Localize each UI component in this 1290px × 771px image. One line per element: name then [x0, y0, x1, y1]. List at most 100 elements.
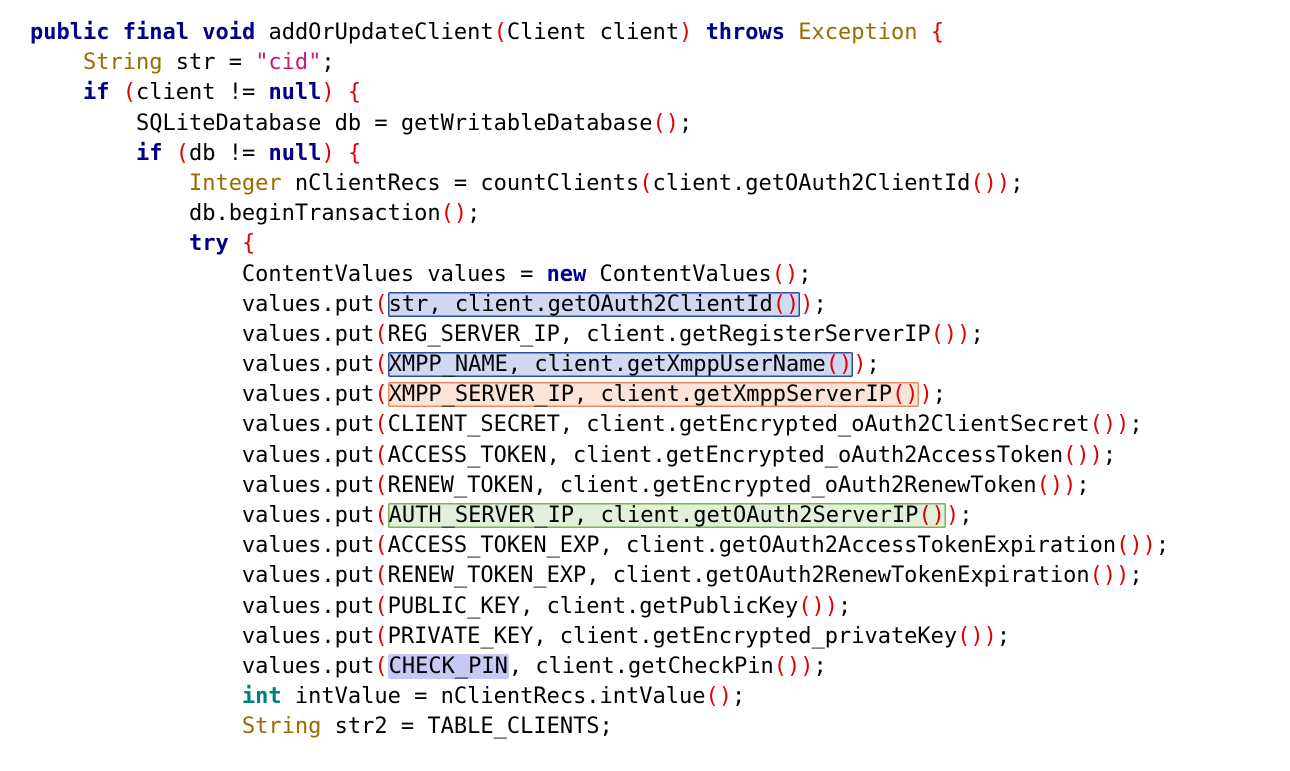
- code-line: values.put(XMPP_SERVER_IP, client.getXmp…: [30, 380, 1169, 410]
- code-line: String str = "cid";: [30, 48, 1169, 78]
- code-text: values.put: [241, 503, 375, 528]
- code-text: XMPP_SERVER_IP, client.getXmppServerIP: [388, 382, 892, 408]
- code-punctuation: ()): [1089, 563, 1130, 589]
- code-punctuation: (): [772, 291, 800, 317]
- code-text: ;: [467, 201, 481, 227]
- code-type-token: Integer: [188, 170, 282, 196]
- code-text: values.put: [241, 321, 375, 347]
- code-punctuation: ()): [970, 170, 1011, 196]
- code-text: values.put: [241, 623, 375, 649]
- code-text: ContentValues values =: [241, 261, 547, 287]
- code-text: db !=: [188, 140, 269, 166]
- code-line: values.put(CHECK_PIN, client.getCheckPin…: [30, 652, 1169, 682]
- code-line: String str2 = TABLE_CLIENTS;: [30, 712, 1169, 742]
- code-line: if (db != null) {: [30, 139, 1169, 169]
- code-type-token: Exception: [798, 20, 918, 45]
- code-text: REG_SERVER_IP, client.getRegisterServerI…: [387, 321, 931, 347]
- code-text: ContentValues: [586, 261, 772, 287]
- code-text: str2 = TABLE_CLIENTS;: [321, 714, 613, 740]
- code-text: ;: [679, 110, 693, 136]
- code-text: SQLiteDatabase db = getWritableDatabase: [135, 110, 653, 136]
- code-text: ;: [1155, 533, 1170, 559]
- code-punctuation: (: [374, 352, 388, 378]
- code-text: values.put: [241, 352, 375, 378]
- code-punctuation: ): [945, 503, 960, 528]
- code-text: str, client.getOAuth2ClientId: [388, 291, 773, 317]
- code-line: values.put(ACCESS_TOKEN, client.getEncry…: [30, 441, 1169, 471]
- code-text: addOrUpdateClient: [255, 20, 494, 45]
- code-line: values.put(CLIENT_SECRET, client.getEncr…: [30, 410, 1169, 440]
- code-punctuation: ): [853, 352, 867, 378]
- code-text: ;: [996, 623, 1011, 649]
- code-text: , client.getCheckPin: [508, 653, 774, 679]
- code-text: str =: [162, 50, 256, 76]
- code-line: public final void addOrUpdateClient(Clie…: [30, 18, 1169, 48]
- code-text: PRIVATE_KEY, client.getEncrypted_private…: [387, 623, 958, 649]
- code-text: RENEW_TOKEN, client.getEncrypted_oAuth2R…: [387, 472, 1037, 498]
- code-line: values.put(ACCESS_TOKEN_EXP, client.getO…: [30, 531, 1169, 561]
- code-punctuation: {: [347, 80, 362, 106]
- code-kw2-token: int: [241, 684, 282, 710]
- code-line: db.beginTransaction();: [30, 199, 1169, 229]
- code-highlight-lav: CHECK_PIN: [387, 653, 509, 679]
- code-line: values.put(str, client.getOAuth2ClientId…: [30, 290, 1169, 320]
- code-punctuation: (: [122, 80, 136, 106]
- code-punctuation: (: [374, 472, 388, 498]
- code-editor[interactable]: public final void addOrUpdateClient(Clie…: [30, 18, 1169, 743]
- code-punctuation: ): [679, 20, 693, 45]
- code-punctuation: (: [374, 412, 388, 438]
- code-punctuation: (: [374, 623, 388, 649]
- code-punctuation: (): [825, 352, 853, 378]
- code-highlight-orange: XMPP_SERVER_IP, client.getXmppServerIP(): [387, 382, 920, 408]
- code-kw-token: try: [188, 231, 229, 257]
- code-text: AUTH_SERVER_IP, client.getOAuth2ServerIP: [388, 503, 919, 528]
- code-line: values.put(REG_SERVER_IP, client.getRegi…: [30, 320, 1169, 350]
- code-text: CHECK_PIN: [388, 653, 508, 679]
- code-kw-token: throws: [705, 20, 786, 45]
- code-kw-token: null: [268, 80, 322, 106]
- code-text: CLIENT_SECRET, client.getEncrypted_oAuth…: [387, 412, 1090, 438]
- code-punctuation: (: [374, 321, 388, 347]
- code-punctuation: {: [930, 20, 945, 45]
- code-punctuation: (): [705, 684, 733, 710]
- code-text: ;: [813, 653, 827, 679]
- code-text: client.getOAuth2ClientId: [652, 170, 971, 196]
- code-text: values.put: [241, 653, 375, 679]
- code-punctuation: (: [493, 20, 507, 45]
- code-punctuation: ()): [1116, 533, 1156, 559]
- code-kw-token: public: [30, 20, 110, 45]
- code-punctuation: (): [771, 261, 799, 287]
- code-punctuation: ): [321, 80, 335, 106]
- code-kw-token: void: [202, 20, 256, 45]
- code-text: values.put: [241, 563, 375, 589]
- code-punctuation: (: [374, 593, 388, 619]
- code-text: ;: [932, 382, 946, 408]
- code-line: Integer nClientRecs = countClients(clien…: [30, 169, 1169, 199]
- code-text: ;: [321, 50, 335, 76]
- code-text: values.put: [241, 291, 375, 317]
- code-type-token: String: [82, 50, 163, 76]
- code-punctuation: ()): [957, 623, 997, 649]
- code-text: ;: [837, 593, 852, 619]
- code-punctuation: {: [347, 140, 362, 166]
- code-punctuation: ()): [930, 321, 971, 347]
- code-text: client !=: [135, 80, 269, 106]
- code-type-token: String: [241, 714, 322, 740]
- code-line: values.put(XMPP_NAME, client.getXmppUser…: [30, 350, 1169, 380]
